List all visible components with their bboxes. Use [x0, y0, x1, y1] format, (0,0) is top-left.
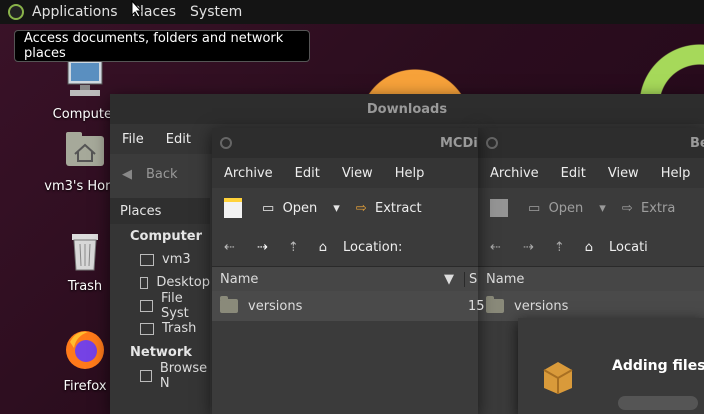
row-name: versions [514, 298, 569, 314]
forward-arrow-icon[interactable]: ⇢ [257, 240, 268, 255]
sort-indicator-icon: ▼ [444, 271, 454, 287]
extract-button[interactable]: ⇨ Extra [622, 201, 676, 216]
menu-file[interactable]: File [122, 132, 144, 147]
mouse-pointer-icon [131, 0, 143, 18]
dialog-message: Adding files t [612, 358, 704, 374]
sidebar-item-browse-network[interactable]: Browse N [140, 361, 210, 391]
archive1-location-bar: ⇠ ⇢ ⇡ ⌂ Location: [212, 228, 478, 266]
folder-icon [486, 296, 504, 313]
window-title: MCDi [440, 135, 478, 151]
back-arrow-icon[interactable]: ◀ [122, 167, 132, 182]
table-row[interactable]: versions 15 [212, 291, 485, 321]
row-name: versions [248, 298, 303, 314]
open-folder-icon: ▭ [262, 200, 275, 216]
system-menu[interactable]: System [190, 4, 242, 20]
package-icon [543, 362, 573, 394]
location-label: Locati [608, 239, 648, 255]
sidebar-item-vm3[interactable]: vm3 [140, 248, 210, 271]
distro-logo-icon[interactable] [8, 4, 24, 20]
sidebar-item-filesystem[interactable]: File Syst [140, 291, 210, 321]
extract-button[interactable]: ⇨ Extract [356, 201, 422, 216]
back-button[interactable]: Back [146, 167, 178, 182]
open-button[interactable]: ▭ Open [528, 201, 583, 216]
trash-icon [140, 322, 154, 335]
archive2-menubar: Archive Edit View Help [478, 158, 704, 188]
desktop-icon [140, 276, 149, 289]
up-arrow-icon[interactable]: ⇡ [554, 240, 565, 255]
archive2-column-header: Name [478, 266, 704, 291]
open-label: Open [548, 200, 584, 216]
home-icon [140, 253, 154, 266]
places-tooltip: Access documents, folders and network pl… [14, 30, 310, 62]
menu-view[interactable]: View [608, 166, 639, 181]
extract-label: Extra [641, 200, 676, 216]
open-folder-icon: ▭ [528, 200, 541, 216]
forward-arrow-icon[interactable]: ⇢ [523, 240, 534, 255]
home-icon[interactable]: ⌂ [585, 240, 593, 255]
extract-icon: ⇨ [355, 200, 367, 216]
menu-archive[interactable]: Archive [224, 166, 273, 181]
top-panel: Applications Places System [0, 0, 704, 24]
window-title: Be [690, 135, 704, 151]
new-archive-icon[interactable] [224, 198, 242, 218]
computer-icon [67, 59, 103, 96]
folder-icon [220, 296, 238, 313]
places-sidebar: Places Computer vm3 Desktop File Syst Tr… [110, 198, 210, 414]
up-arrow-icon[interactable]: ⇡ [288, 240, 299, 255]
firefox-icon [66, 331, 104, 369]
menu-edit[interactable]: Edit [561, 166, 586, 181]
sidebar-item-label: Browse N [159, 360, 208, 391]
sidebar-item-label: vm3 [162, 252, 191, 267]
extract-label: Extract [375, 200, 422, 216]
menu-edit[interactable]: Edit [295, 166, 320, 181]
row-size: 15 [468, 298, 485, 314]
adding-files-dialog: Adding files t [518, 318, 704, 414]
column-size[interactable]: S [464, 271, 477, 287]
sidebar-item-label: File Syst [160, 290, 189, 321]
menu-view[interactable]: View [342, 166, 373, 181]
extract-icon: ⇨ [621, 200, 633, 216]
home-folder-icon [66, 132, 104, 166]
drive-icon [140, 299, 153, 312]
archive2-toolbar: ▭ Open ▾ ⇨ Extra [478, 188, 704, 228]
sidebar-item-label: Desktop [156, 275, 210, 290]
menu-edit[interactable]: Edit [166, 132, 191, 147]
applications-menu[interactable]: Applications [32, 4, 118, 20]
sidebar-heading-computer: Computer [130, 228, 203, 244]
column-name[interactable]: Name [486, 272, 524, 287]
close-icon[interactable] [220, 137, 232, 149]
table-row[interactable]: versions [478, 291, 704, 321]
menu-help[interactable]: Help [661, 166, 691, 181]
sidebar-title[interactable]: Places [110, 198, 210, 224]
back-arrow-icon[interactable]: ⇠ [224, 240, 235, 255]
open-label: Open [282, 200, 318, 216]
home-icon[interactable]: ⌂ [319, 240, 327, 255]
back-arrow-icon[interactable]: ⇠ [490, 240, 501, 255]
menu-help[interactable]: Help [395, 166, 425, 181]
trash-icon [72, 234, 98, 271]
open-dropdown-icon[interactable]: ▾ [333, 201, 340, 216]
archive1-menubar: Archive Edit View Help [212, 158, 478, 188]
close-icon[interactable] [486, 137, 498, 149]
archive2-titlebar[interactable]: Be [478, 128, 704, 158]
archive1-titlebar[interactable]: MCDi [212, 128, 478, 158]
archive1-toolbar: ▭ Open ▾ ⇨ Extract [212, 188, 478, 228]
sidebar-item-label: Trash [162, 321, 197, 336]
open-dropdown-icon[interactable]: ▾ [599, 201, 606, 216]
window-title: Downloads [366, 101, 448, 117]
network-icon [140, 369, 152, 382]
open-button[interactable]: ▭ Open [262, 201, 317, 216]
new-archive-icon[interactable] [490, 199, 508, 217]
archive2-location-bar: ⇠ ⇢ ⇡ ⌂ Locati [478, 228, 704, 266]
menu-archive[interactable]: Archive [490, 166, 539, 181]
downloads-titlebar[interactable]: Downloads [110, 94, 704, 124]
archive-window-1: MCDi Archive Edit View Help ▭ Open ▾ ⇨ E… [212, 128, 485, 414]
location-label: Location: [342, 239, 403, 255]
archive1-column-header: Name ▼ S [212, 266, 478, 291]
progress-bar [618, 396, 698, 410]
column-name[interactable]: Name [220, 272, 258, 287]
